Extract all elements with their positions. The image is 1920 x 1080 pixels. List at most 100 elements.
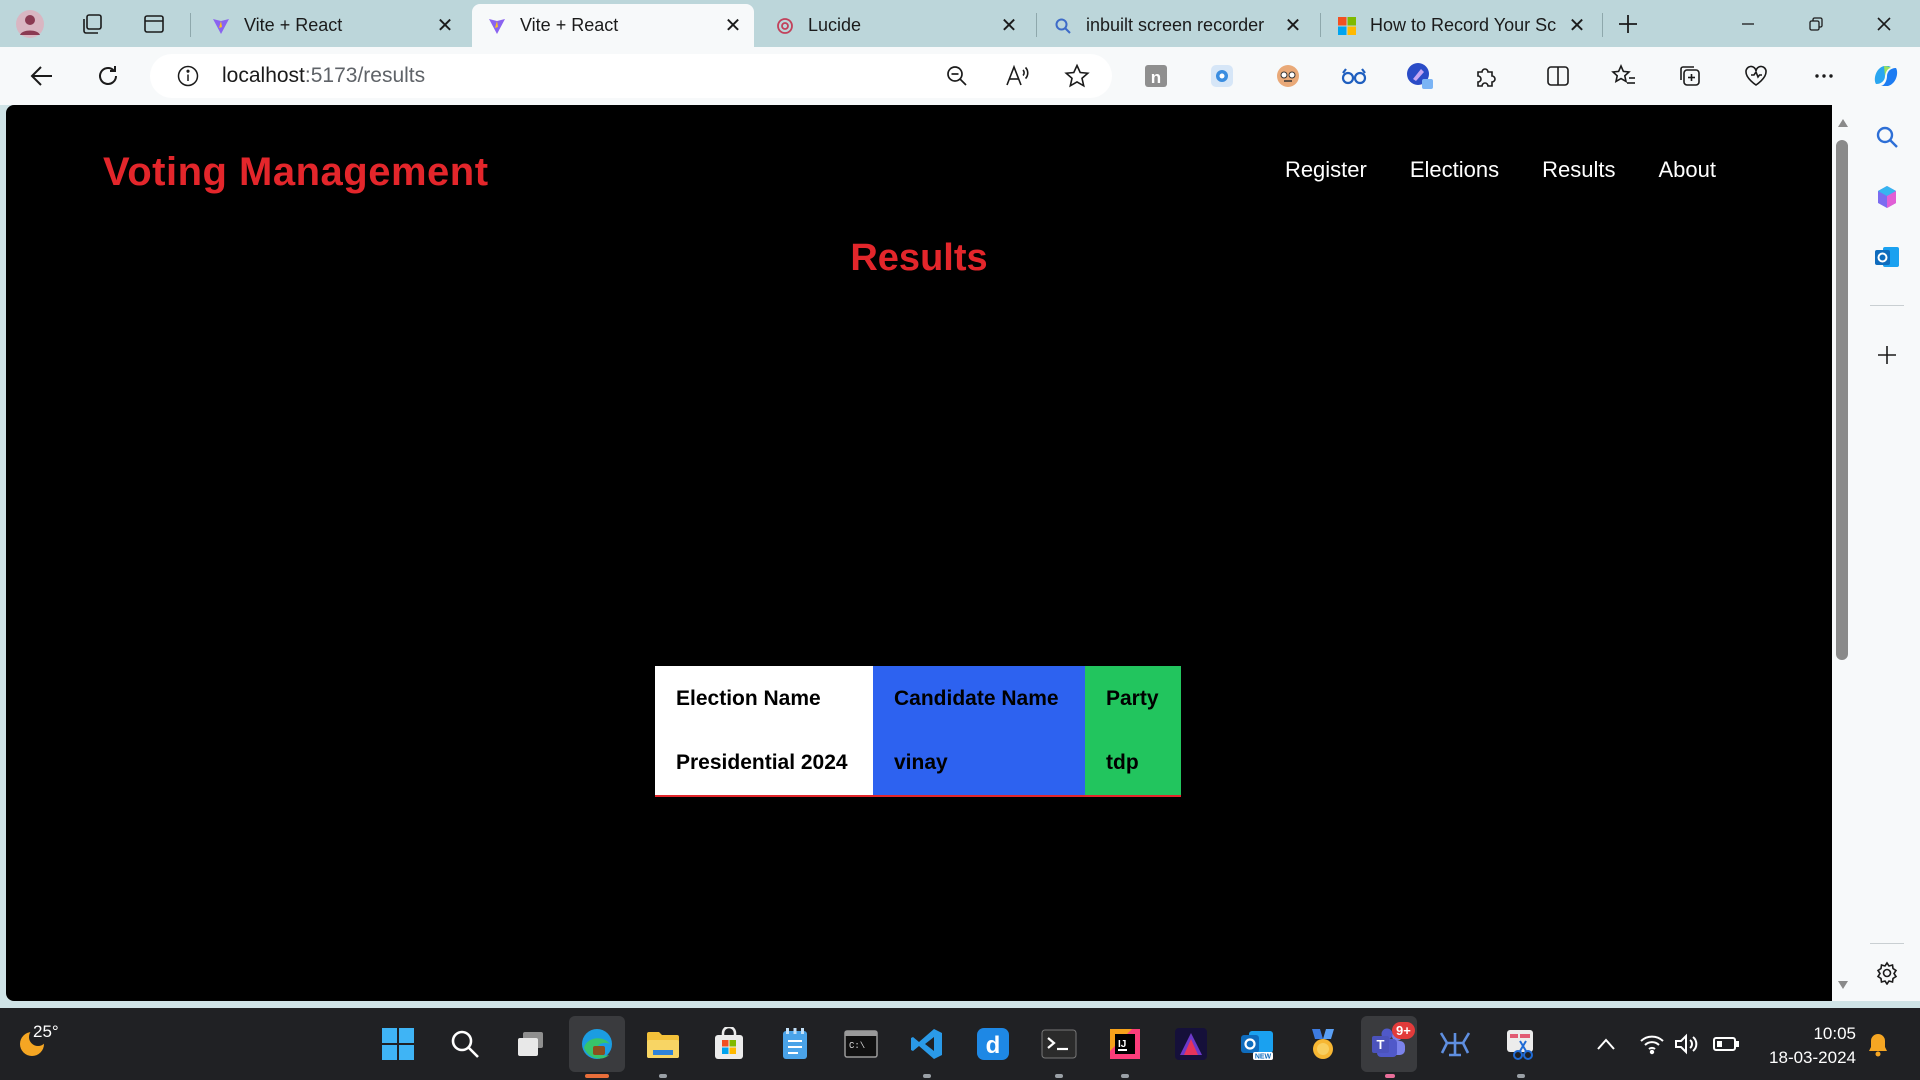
split-screen-icon[interactable] bbox=[1542, 60, 1574, 92]
vscode-icon[interactable] bbox=[906, 1023, 948, 1065]
table-row: Presidential 2024 vinay tdp bbox=[655, 731, 1181, 796]
edge-running-indicator bbox=[585, 1074, 609, 1078]
nav-elections[interactable]: Elections bbox=[1410, 157, 1499, 183]
emoji-extension-icon[interactable] bbox=[1272, 60, 1304, 92]
wifi-icon[interactable] bbox=[1638, 1030, 1666, 1058]
tab-vite-react-1[interactable]: Vite + React ✕ bbox=[196, 4, 466, 47]
designer-extension-icon[interactable] bbox=[1404, 60, 1436, 92]
page-title: Results bbox=[850, 237, 988, 279]
cell-party: tdp bbox=[1085, 731, 1181, 796]
url-host: localhost bbox=[222, 64, 305, 87]
cell-candidate-name: vinay bbox=[873, 731, 1085, 796]
close-tab-icon[interactable]: ✕ bbox=[1278, 11, 1308, 41]
task-view-icon[interactable] bbox=[510, 1023, 552, 1065]
notion-extension-icon[interactable]: n bbox=[1140, 60, 1172, 92]
outlook-new-icon[interactable]: NEW bbox=[1236, 1023, 1278, 1065]
restore-icon[interactable] bbox=[1782, 0, 1850, 47]
favorites-icon[interactable] bbox=[1608, 60, 1640, 92]
sidebar-search-icon[interactable] bbox=[1871, 121, 1903, 153]
start-windows-icon[interactable] bbox=[377, 1023, 419, 1065]
more-menu-icon[interactable] bbox=[1808, 60, 1840, 92]
file-explorer-running-indicator bbox=[659, 1074, 667, 1078]
maven-app-icon[interactable] bbox=[1170, 1023, 1212, 1065]
results-table: Election Name Candidate Name Party Presi… bbox=[655, 666, 1181, 797]
tab-vite-react-2[interactable]: Vite + React ✕ bbox=[472, 4, 754, 47]
sidebar-copilot-icon[interactable] bbox=[1871, 181, 1903, 213]
tab-screen-recorder-search[interactable]: inbuilt screen recorder ✕ bbox=[1038, 4, 1314, 47]
site-info-icon[interactable] bbox=[174, 62, 202, 90]
taskbar-clock[interactable]: 10:05 18-03-2024 bbox=[1752, 1022, 1856, 1070]
clock-time: 10:05 bbox=[1813, 1024, 1856, 1043]
snipping-tool-icon[interactable] bbox=[1500, 1023, 1542, 1065]
nav-results[interactable]: Results bbox=[1542, 157, 1615, 183]
tab-title: inbuilt screen recorder bbox=[1086, 15, 1265, 35]
close-tab-icon[interactable]: ✕ bbox=[430, 11, 460, 41]
url-text[interactable]: localhost:5173/results bbox=[222, 64, 425, 88]
show-hidden-icons-icon[interactable] bbox=[1592, 1030, 1620, 1058]
new-tab-icon[interactable] bbox=[1612, 8, 1644, 40]
teams-notification-badge: 9+ bbox=[1392, 1022, 1415, 1039]
app-brand-title[interactable]: Voting Management bbox=[103, 150, 489, 195]
edge-sidebar bbox=[1854, 105, 1920, 1001]
search-icon bbox=[1052, 15, 1074, 37]
table-header-row: Election Name Candidate Name Party bbox=[655, 666, 1181, 731]
read-aloud-icon[interactable] bbox=[1002, 61, 1032, 91]
close-tab-icon[interactable]: ✕ bbox=[718, 11, 748, 41]
browser-toolbar: localhost:5173/results n bbox=[0, 47, 1920, 105]
svg-text:T: T bbox=[1377, 1037, 1385, 1052]
rewards-medal-icon[interactable] bbox=[1302, 1023, 1344, 1065]
scroll-down-icon[interactable] bbox=[1834, 976, 1852, 994]
svg-text:IJ: IJ bbox=[1118, 1039, 1126, 1050]
sidebar-settings-icon[interactable] bbox=[1871, 957, 1903, 989]
intellij-icon[interactable]: IJ bbox=[1104, 1023, 1146, 1065]
scroll-up-icon[interactable] bbox=[1834, 114, 1852, 132]
vite-logo-icon bbox=[486, 15, 508, 37]
tab-title: How to Record Your Sc bbox=[1370, 15, 1557, 35]
battery-icon[interactable] bbox=[1712, 1030, 1740, 1058]
svg-text:n: n bbox=[1151, 68, 1161, 87]
sidebar-outlook-icon[interactable] bbox=[1871, 241, 1903, 273]
scrollbar-thumb[interactable] bbox=[1836, 140, 1848, 660]
taskbar-search-icon[interactable] bbox=[444, 1023, 486, 1065]
minimize-icon[interactable] bbox=[1714, 0, 1782, 47]
bluejay-app-icon[interactable] bbox=[1434, 1023, 1476, 1065]
command-prompt-icon[interactable]: C:\ bbox=[840, 1023, 882, 1065]
tab-strip: Vite + React ✕ Vite + React ✕ Lucide ✕ i… bbox=[0, 0, 1920, 47]
close-window-icon[interactable] bbox=[1850, 0, 1918, 47]
refresh-icon[interactable] bbox=[88, 58, 128, 94]
svg-text:NEW: NEW bbox=[1255, 1054, 1272, 1061]
translate-extension-icon[interactable] bbox=[1206, 60, 1238, 92]
url-path: :5173/results bbox=[304, 64, 426, 87]
browser-essentials-icon[interactable] bbox=[1740, 60, 1772, 92]
profile-avatar-icon[interactable] bbox=[14, 8, 46, 40]
sidebar-add-icon[interactable] bbox=[1871, 339, 1903, 371]
glasses-extension-icon[interactable] bbox=[1338, 60, 1370, 92]
notifications-bell-icon[interactable] bbox=[1864, 1030, 1892, 1058]
zoom-out-icon[interactable] bbox=[942, 61, 972, 91]
vertical-tabs-icon[interactable] bbox=[138, 8, 170, 40]
close-tab-icon[interactable]: ✕ bbox=[994, 11, 1024, 41]
snipping-tool-running-indicator bbox=[1517, 1074, 1525, 1078]
main-nav: Register Elections Results About bbox=[1285, 157, 1716, 183]
back-icon[interactable] bbox=[22, 58, 62, 94]
volume-icon[interactable] bbox=[1672, 1030, 1700, 1058]
terminal-icon[interactable] bbox=[1038, 1023, 1080, 1065]
weather-temperature[interactable]: 25° bbox=[33, 1022, 59, 1042]
file-explorer-icon[interactable] bbox=[642, 1023, 684, 1065]
tab-lucide[interactable]: Lucide ✕ bbox=[760, 4, 1030, 47]
favorite-star-icon[interactable] bbox=[1062, 61, 1092, 91]
nav-register[interactable]: Register bbox=[1285, 157, 1367, 183]
nav-about[interactable]: About bbox=[1659, 157, 1717, 183]
jdoodle-icon[interactable]: d bbox=[972, 1023, 1014, 1065]
notepad-icon[interactable] bbox=[774, 1023, 816, 1065]
close-tab-icon[interactable]: ✕ bbox=[1562, 11, 1592, 41]
collections-icon[interactable] bbox=[1674, 60, 1706, 92]
tab-title: Lucide bbox=[808, 15, 862, 35]
microsoft-store-icon[interactable] bbox=[708, 1023, 750, 1065]
copilot-icon[interactable] bbox=[1870, 60, 1902, 92]
extensions-puzzle-icon[interactable] bbox=[1470, 60, 1502, 92]
address-bar[interactable]: localhost:5173/results bbox=[150, 54, 1112, 98]
tab-how-to-record[interactable]: How to Record Your Sc ✕ bbox=[1322, 4, 1598, 47]
taskbar-edge-icon[interactable] bbox=[569, 1016, 625, 1072]
workspaces-icon[interactable] bbox=[76, 8, 108, 40]
